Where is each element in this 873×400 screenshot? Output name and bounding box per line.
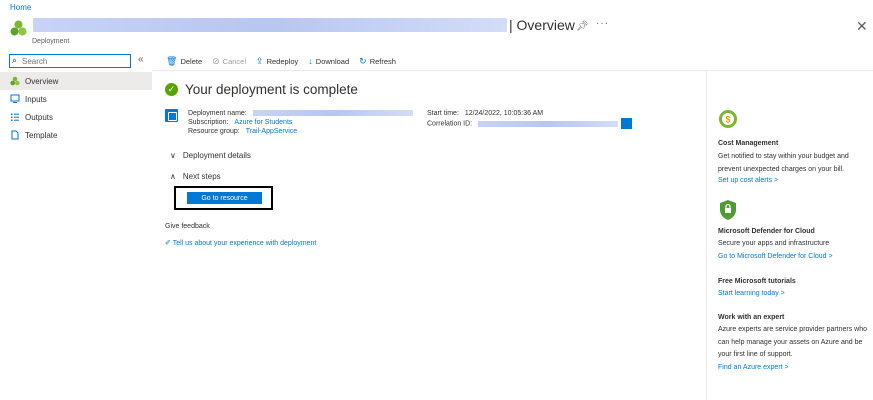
feedback-link[interactable]: ✐ Tell us about your experience with dep… [165, 239, 316, 247]
refresh-button[interactable]: ↻ Refresh [359, 56, 396, 67]
give-feedback-heading: Give feedback [165, 223, 210, 230]
status-title: Your deployment is complete [185, 82, 358, 97]
download-button[interactable]: ↓ Download [308, 56, 349, 66]
page-subtitle: Deployment [32, 38, 70, 45]
start-time-value: 12/24/2022, 10:05:36 AM [464, 110, 544, 117]
inputs-icon [10, 94, 20, 103]
toolbar: 🗑︎ Delete ⊘ Cancel ⇪ Redeploy ↓ Download… [166, 54, 406, 68]
subscription-label: Subscription: [188, 119, 229, 126]
overview-icon [10, 76, 20, 86]
cost-alerts-link[interactable]: Set up cost alerts > [718, 177, 778, 184]
resource-group-link[interactable]: Trail-AppService [246, 128, 297, 135]
resource-group-label: Resource group: [188, 128, 240, 135]
expert-title: Work with an expert [718, 314, 785, 321]
defender-title: Microsoft Defender for Cloud [718, 228, 815, 235]
subscription-link[interactable]: Azure for Students [234, 119, 292, 126]
success-check-icon: ✓ [165, 83, 178, 96]
breadcrumb: Home [10, 3, 31, 12]
redacted-correlation-id [478, 120, 619, 127]
feedback-icon: ✐ [165, 240, 171, 247]
deployment-name-label: Deployment name: [188, 110, 247, 117]
ellipsis-icon[interactable]: ··· [596, 18, 609, 29]
deployment-icon [165, 109, 178, 122]
search-icon: ⌕ [12, 55, 18, 65]
page-header: | Overview 📌︎ ··· ✕ Deployment [10, 16, 870, 48]
sidebar-item-inputs[interactable]: Inputs [0, 90, 152, 108]
go-to-resource-highlight: Go to resource [174, 186, 273, 210]
sidebar-item-overview[interactable]: Overview [0, 72, 152, 90]
start-time-label: Start time: [427, 110, 459, 117]
defender-link[interactable]: Go to Microsoft Defender for Cloud > [718, 253, 833, 260]
pin-icon[interactable]: 📌︎ [576, 21, 589, 32]
redacted-title [33, 18, 507, 32]
redacted-deployment-name [252, 110, 413, 117]
defender-text: Secure your apps and infrastructure [718, 240, 830, 247]
deployment-time-info: Start time: 12/24/2022, 10:05:36 AM Corr… [427, 109, 633, 129]
correlation-id-label: Correlation ID: [427, 120, 473, 128]
chevron-up-icon: ∧ [170, 172, 176, 181]
delete-button[interactable]: 🗑︎ Delete [166, 56, 202, 67]
status-row: ✓ Your deployment is complete [165, 82, 358, 97]
cost-management-text: Get notified to stay within your budget … [718, 153, 849, 173]
sidebar-item-template[interactable]: Template [0, 126, 152, 144]
template-icon [11, 130, 19, 140]
sidebar: ⌕ « Overview Inputs Outputs [0, 52, 152, 400]
tutorials-title: Free Microsoft tutorials [718, 278, 796, 285]
deployment-info: Deployment name: Subscription: Azure for… [188, 109, 413, 136]
redeploy-button[interactable]: ⇪ Redeploy [256, 56, 298, 67]
expert-text: Azure experts are service provider partn… [718, 326, 868, 358]
outputs-icon [11, 113, 19, 121]
cancel-icon: ⊘ [212, 55, 220, 66]
deployment-details-toggle[interactable]: ∨ Deployment details [170, 151, 251, 160]
sidebar-item-outputs[interactable]: Outputs [0, 108, 152, 126]
svg-text:$: $ [725, 115, 730, 125]
download-icon: ↓ [308, 56, 313, 66]
chevron-down-icon: ∨ [170, 151, 176, 160]
sidebar-item-label: Template [25, 130, 58, 140]
refresh-icon: ↻ [359, 55, 367, 66]
next-steps-toggle[interactable]: ∧ Next steps [170, 172, 221, 181]
search-input[interactable] [22, 56, 128, 66]
tutorials-link[interactable]: Start learning today > [718, 290, 785, 297]
page-title: | Overview [509, 17, 575, 33]
cost-management-icon: $ [719, 110, 737, 128]
cost-management-title: Cost Management [718, 140, 779, 147]
cancel-button[interactable]: ⊘ Cancel [212, 56, 246, 67]
copy-icon[interactable] [621, 118, 633, 129]
collapse-sidebar-icon[interactable]: « [138, 54, 144, 65]
trash-icon: 🗑︎ [166, 55, 178, 66]
deployment-resource-icon [10, 20, 27, 36]
right-panel: $ Cost Management Get notified to stay w… [706, 71, 873, 400]
expert-link[interactable]: Find an Azure expert > [718, 364, 789, 371]
close-icon[interactable]: ✕ [856, 18, 868, 35]
search-box[interactable]: ⌕ [9, 54, 131, 68]
shield-icon [720, 200, 736, 220]
redeploy-icon: ⇪ [256, 55, 264, 66]
sidebar-nav: Overview Inputs Outputs Template [0, 72, 152, 144]
breadcrumb-home-link[interactable]: Home [10, 3, 31, 12]
go-to-resource-button[interactable]: Go to resource [187, 192, 262, 204]
sidebar-item-label: Inputs [25, 94, 47, 104]
sidebar-item-label: Overview [25, 76, 59, 86]
sidebar-item-label: Outputs [25, 112, 54, 122]
